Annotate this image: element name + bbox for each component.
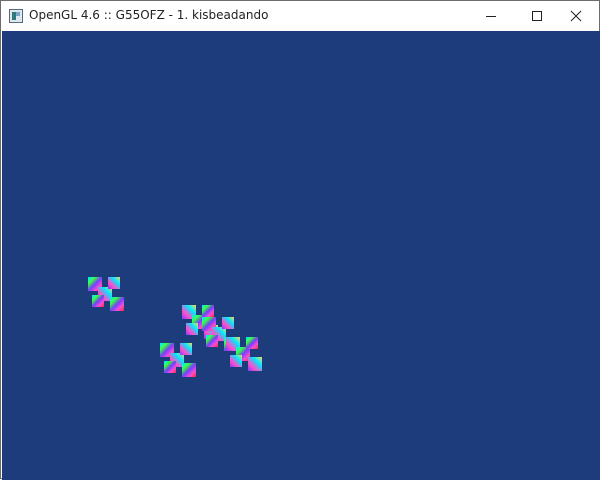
title-bar[interactable]: OpenGL 4.6 :: G55OFZ - 1. kisbeadando [1, 1, 599, 31]
window-title: OpenGL 4.6 :: G55OFZ - 1. kisbeadando [29, 8, 269, 22]
close-icon [570, 10, 582, 22]
close-button[interactable] [553, 1, 599, 31]
scene-canvas [88, 277, 262, 377]
opengl-viewport[interactable] [2, 31, 600, 480]
minimize-button[interactable] [468, 1, 514, 31]
minimize-icon [486, 16, 496, 17]
opengl-app-icon [9, 9, 23, 23]
x-shape-1 [88, 277, 124, 311]
maximize-icon [532, 11, 542, 21]
x-shape-4 [226, 337, 262, 371]
app-window: OpenGL 4.6 :: G55OFZ - 1. kisbeadando [0, 0, 600, 480]
x-shape-5 [160, 343, 196, 377]
